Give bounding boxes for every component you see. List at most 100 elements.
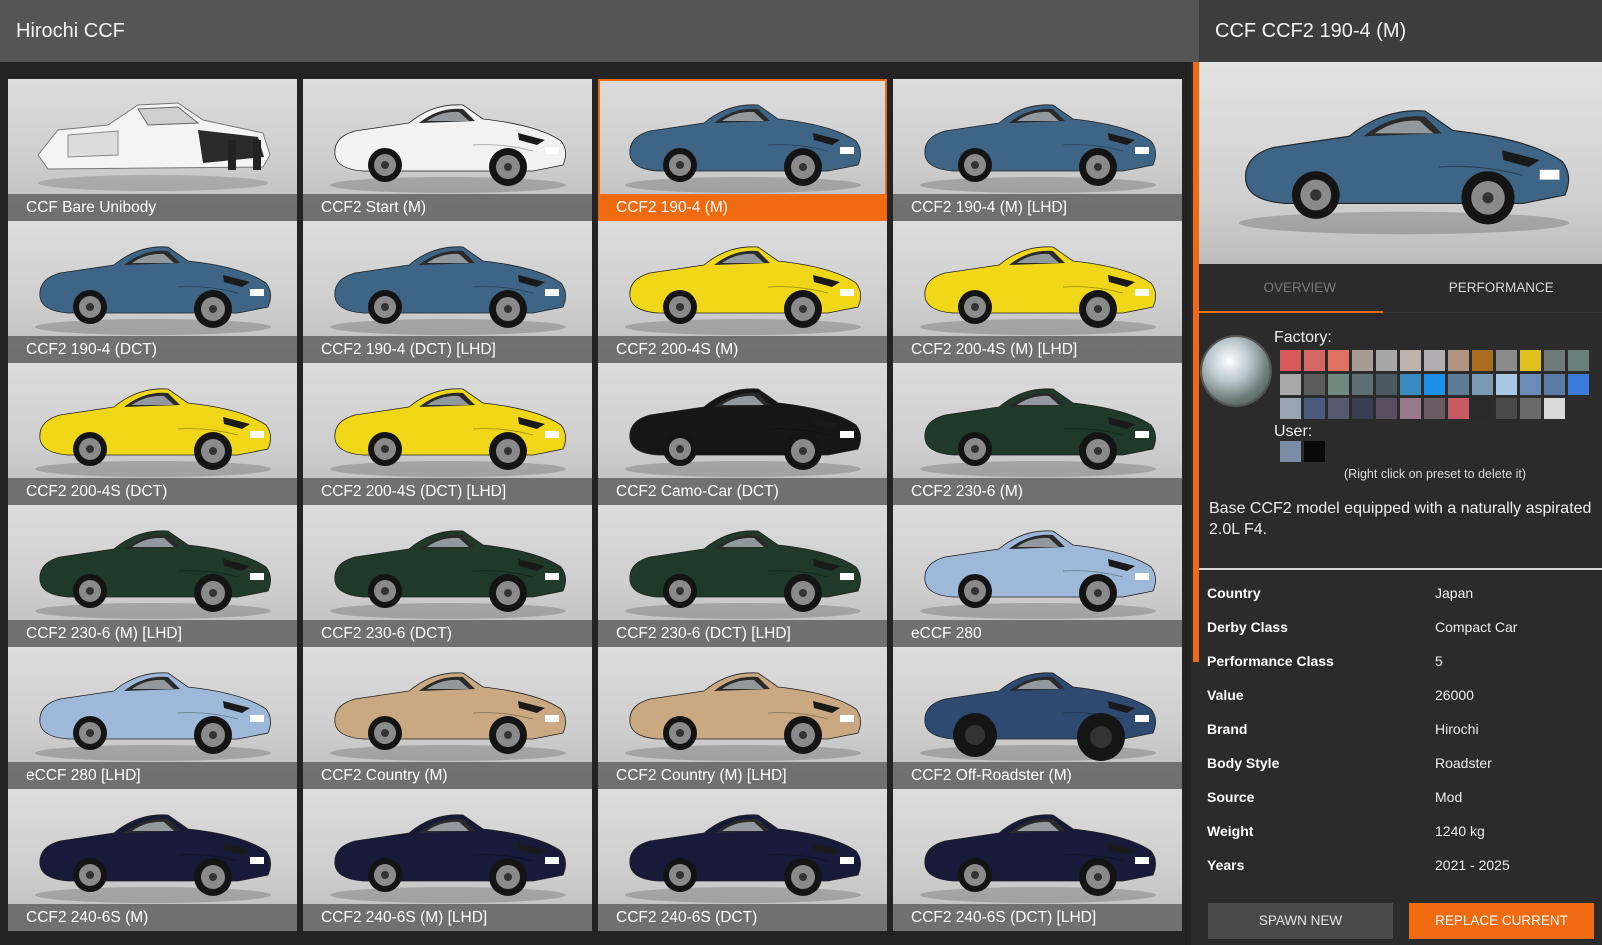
info-key: Source bbox=[1207, 789, 1255, 805]
config-tile[interactable]: CCF2 190-4 (DCT) bbox=[8, 221, 297, 363]
config-tile[interactable]: CCF2 230-6 (M) [LHD] bbox=[8, 505, 297, 647]
factory-paint-swatch[interactable] bbox=[1327, 397, 1349, 419]
factory-paint-swatch[interactable] bbox=[1447, 397, 1469, 419]
tab-overview[interactable]: OVERVIEW bbox=[1199, 264, 1401, 312]
config-tile[interactable]: CCF2 230-6 (DCT) bbox=[303, 505, 592, 647]
factory-paint-swatch[interactable] bbox=[1471, 349, 1493, 371]
factory-paint-swatch[interactable] bbox=[1279, 373, 1301, 395]
factory-paint-swatch[interactable] bbox=[1423, 397, 1445, 419]
config-tile[interactable]: CCF2 200-4S (DCT) [LHD] bbox=[303, 363, 592, 505]
info-row: Brand Hirochi bbox=[1199, 712, 1602, 746]
config-tile[interactable]: CCF2 230-6 (M) bbox=[893, 363, 1182, 505]
factory-paint-swatch[interactable] bbox=[1303, 373, 1325, 395]
config-thumbnail-image bbox=[625, 246, 861, 335]
config-tile[interactable]: CCF2 Camo-Car (DCT) bbox=[598, 363, 887, 505]
config-tile[interactable]: CCF2 Start (M) bbox=[303, 79, 592, 221]
config-tile[interactable]: CCF2 240-6S (M) bbox=[8, 789, 297, 931]
config-thumbnail-image bbox=[625, 104, 861, 193]
spawn-new-button[interactable]: SPAWN NEW bbox=[1208, 903, 1393, 939]
config-tile[interactable]: CCF Bare Unibody bbox=[8, 79, 297, 221]
config-thumbnail-image bbox=[920, 388, 1156, 477]
info-row: Value 26000 bbox=[1199, 678, 1602, 712]
factory-paint-swatch[interactable] bbox=[1567, 373, 1589, 395]
config-thumbnail-image bbox=[35, 672, 271, 761]
factory-paint-swatch[interactable] bbox=[1279, 349, 1301, 371]
factory-paint-swatch[interactable] bbox=[1399, 373, 1421, 395]
config-tile[interactable]: CCF2 240-6S (DCT) [LHD] bbox=[893, 789, 1182, 931]
factory-paint-swatch[interactable] bbox=[1447, 349, 1469, 371]
config-thumbnail-image bbox=[330, 672, 566, 761]
config-tile[interactable]: CCF2 200-4S (DCT) bbox=[8, 363, 297, 505]
tab-performance[interactable]: PERFORMANCE bbox=[1401, 264, 1602, 312]
config-tile[interactable]: CCF2 190-4 (M) [LHD] bbox=[893, 79, 1182, 221]
factory-paint-swatch[interactable] bbox=[1375, 397, 1397, 419]
paint-environment-preview-icon[interactable] bbox=[1202, 337, 1270, 405]
config-tile[interactable]: CCF2 190-4 (DCT) [LHD] bbox=[303, 221, 592, 363]
config-thumbnail-image bbox=[35, 814, 271, 903]
factory-paint-swatch[interactable] bbox=[1543, 373, 1565, 395]
factory-paint-swatch[interactable] bbox=[1495, 397, 1517, 419]
info-value: 5 bbox=[1435, 653, 1443, 669]
config-list-header: Hirochi CCF bbox=[0, 0, 1199, 62]
user-paint-swatch[interactable] bbox=[1279, 440, 1301, 462]
factory-paint-swatch[interactable] bbox=[1495, 349, 1517, 371]
config-tile-label: CCF2 Start (M) bbox=[303, 194, 592, 221]
config-thumbnail-image bbox=[625, 388, 861, 477]
factory-paint-swatch[interactable] bbox=[1279, 397, 1301, 419]
config-thumbnail-image bbox=[625, 530, 861, 619]
description-divider bbox=[1199, 568, 1602, 570]
config-tile-label: CCF2 230-6 (M) bbox=[893, 478, 1182, 505]
factory-paint-swatch[interactable] bbox=[1351, 373, 1373, 395]
factory-paint-swatch[interactable] bbox=[1471, 373, 1493, 395]
factory-paint-swatch[interactable] bbox=[1399, 349, 1421, 371]
config-tile[interactable]: CCF2 200-4S (M) [LHD] bbox=[893, 221, 1182, 363]
factory-paint-swatch[interactable] bbox=[1495, 373, 1517, 395]
replace-current-button[interactable]: REPLACE CURRENT bbox=[1409, 903, 1594, 939]
config-tile-label: CCF2 200-4S (DCT) [LHD] bbox=[303, 478, 592, 505]
config-tile-label: CCF2 Off-Roadster (M) bbox=[893, 762, 1182, 789]
config-tile[interactable]: CCF2 190-4 (M) bbox=[598, 79, 887, 221]
factory-paint-swatch[interactable] bbox=[1423, 373, 1445, 395]
info-value: Japan bbox=[1435, 585, 1474, 601]
factory-paint-swatch[interactable] bbox=[1375, 373, 1397, 395]
factory-paint-swatch[interactable] bbox=[1543, 397, 1565, 419]
factory-paint-swatch[interactable] bbox=[1447, 373, 1469, 395]
user-paint-swatch[interactable] bbox=[1303, 440, 1325, 462]
factory-paint-swatch[interactable] bbox=[1519, 349, 1541, 371]
config-tile[interactable]: CCF2 Off-Roadster (M) bbox=[893, 647, 1182, 789]
factory-paint-swatch[interactable] bbox=[1471, 397, 1493, 419]
config-thumbnail-image bbox=[330, 814, 566, 903]
config-tile-label: CCF2 230-6 (DCT) bbox=[303, 620, 592, 647]
config-tile-label: CCF2 200-4S (DCT) bbox=[8, 478, 297, 505]
factory-paint-swatch[interactable] bbox=[1519, 397, 1541, 419]
config-tile[interactable]: CCF2 200-4S (M) bbox=[598, 221, 887, 363]
factory-paint-swatch[interactable] bbox=[1303, 397, 1325, 419]
info-key: Body Style bbox=[1207, 755, 1280, 771]
factory-paint-swatch[interactable] bbox=[1375, 349, 1397, 371]
config-info-table: Country Japan Derby Class Compact Car Perfor… bbox=[1199, 576, 1602, 882]
factory-paint-swatch[interactable] bbox=[1567, 349, 1589, 371]
config-tile[interactable]: CCF2 240-6S (DCT) bbox=[598, 789, 887, 931]
config-tile[interactable]: eCCF 280 bbox=[893, 505, 1182, 647]
factory-paint-swatch[interactable] bbox=[1423, 349, 1445, 371]
factory-paint-swatch[interactable] bbox=[1303, 349, 1325, 371]
info-row: Country Japan bbox=[1199, 576, 1602, 610]
details-tabs: OVERVIEW PERFORMANCE bbox=[1199, 264, 1602, 313]
config-tile[interactable]: CCF2 240-6S (M) [LHD] bbox=[303, 789, 592, 931]
factory-paint-swatch[interactable] bbox=[1543, 349, 1565, 371]
info-row: Body Style Roadster bbox=[1199, 746, 1602, 780]
config-tile[interactable]: CCF2 Country (M) [LHD] bbox=[598, 647, 887, 789]
config-thumbnail-image bbox=[920, 246, 1156, 335]
config-tile[interactable]: eCCF 280 [LHD] bbox=[8, 647, 297, 789]
factory-paint-swatch[interactable] bbox=[1519, 373, 1541, 395]
factory-paint-swatch[interactable] bbox=[1327, 349, 1349, 371]
factory-paint-swatch[interactable] bbox=[1351, 349, 1373, 371]
factory-paint-swatch[interactable] bbox=[1351, 397, 1373, 419]
config-tile-label: CCF2 230-6 (DCT) [LHD] bbox=[598, 620, 887, 647]
factory-paint-swatch[interactable] bbox=[1399, 397, 1421, 419]
config-thumbnail-image bbox=[37, 102, 271, 191]
config-preview-image bbox=[1199, 62, 1602, 264]
config-tile[interactable]: CCF2 230-6 (DCT) [LHD] bbox=[598, 505, 887, 647]
config-tile[interactable]: CCF2 Country (M) bbox=[303, 647, 592, 789]
factory-paint-swatch[interactable] bbox=[1327, 373, 1349, 395]
